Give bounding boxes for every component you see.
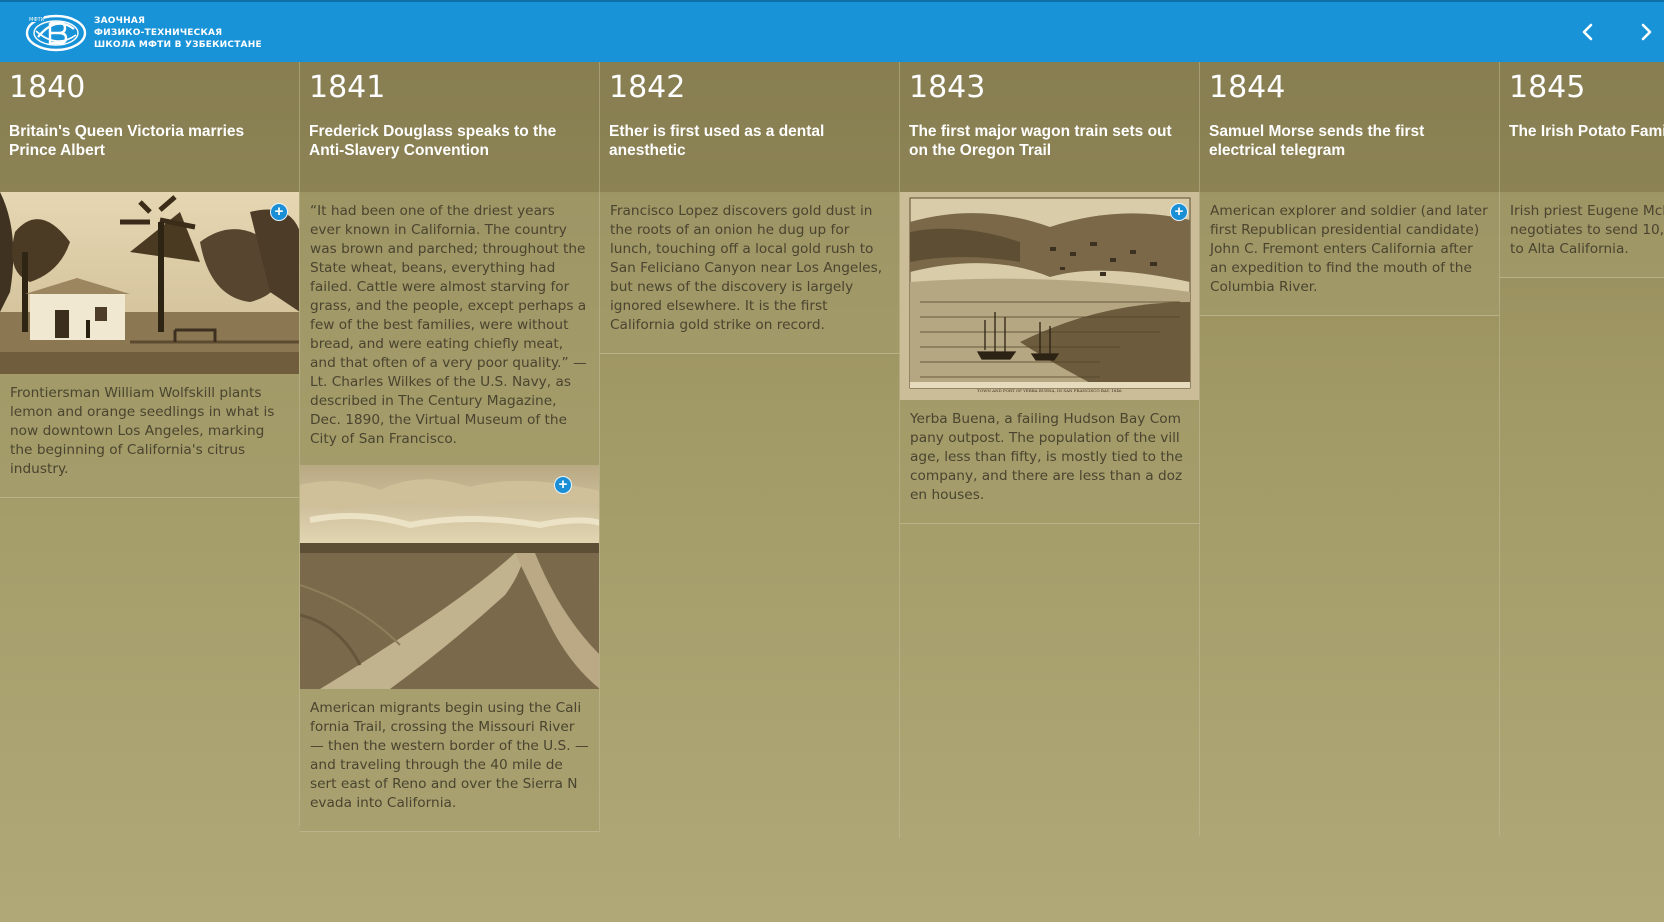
year-label: 1842	[609, 70, 686, 105]
logo-line-1: ЗАОЧНАЯ	[94, 16, 146, 26]
column-spacer	[900, 524, 1200, 836]
event-card[interactable]: Irish priest Eugene McNamara negotiates …	[1500, 192, 1664, 278]
column-header: 1845 The Irish Potato Famine begins	[1500, 62, 1664, 192]
prev-button[interactable]	[1576, 20, 1600, 44]
event-card[interactable]: Francisco Lopez discovers gold dust in t…	[600, 192, 900, 354]
column-header: 1840 Britain's Queen Victoria marries Pr…	[0, 62, 300, 192]
event-caption: American migrants begin using the Cali f…	[310, 700, 589, 811]
column-header: 1841 Frederick Douglass speaks to the An…	[300, 62, 600, 192]
timeline-column-1845: 1845 The Irish Potato Famine begins Iris…	[1500, 62, 1664, 278]
event-card[interactable]: + American migrants begin using the Cali…	[300, 465, 600, 832]
event-caption: American explorer and soldier (and later…	[1210, 203, 1488, 295]
year-label: 1845	[1509, 70, 1586, 105]
event-headline: Britain's Queen Victoria marries Prince …	[9, 123, 245, 159]
top-bar: МФТИ ЗАОЧНАЯ ФИЗИКО-ТЕХНИЧЕСКАЯ ШКОЛА МФ…	[0, 0, 1664, 62]
year-label: 1844	[1209, 70, 1286, 105]
timeline-column-1843: 1843 The first major wagon train sets ou…	[900, 62, 1200, 836]
event-headline: The Irish Potato Famine begins	[1509, 123, 1664, 140]
logo-title: ЗАОЧНАЯ ФИЗИКО-ТЕХНИЧЕСКАЯ ШКОЛА МФТИ В …	[94, 15, 262, 51]
column-spacer	[0, 498, 300, 826]
orchard-house-photo[interactable]: +	[0, 192, 299, 374]
event-caption: Frontiersman William Wolfskill plants le…	[10, 385, 275, 477]
event-headline: Ether is first used as a dental anesthet…	[609, 123, 825, 159]
timeline-column-1844: 1844 Samuel Morse sends the first electr…	[1200, 62, 1500, 836]
year-label: 1841	[309, 70, 386, 105]
event-quote: “It had been one of the driest years eve…	[310, 203, 587, 447]
event-caption: Irish priest Eugene McNamara negotiates …	[1510, 203, 1664, 257]
timeline[interactable]: 1840 Britain's Queen Victoria marries Pr…	[0, 62, 1664, 922]
column-header: 1843 The first major wagon train sets ou…	[900, 62, 1200, 192]
event-caption: Yerba Buena, a failing Hudson Bay Com pa…	[910, 411, 1183, 503]
event-caption: Francisco Lopez discovers gold dust in t…	[610, 203, 883, 333]
column-spacer	[600, 354, 900, 838]
event-headline: Frederick Douglass speaks to the Anti-Sl…	[309, 123, 557, 159]
dirt-trail-photo[interactable]: +	[300, 465, 599, 689]
timeline-column-1841: 1841 Frederick Douglass speaks to the An…	[300, 62, 600, 832]
logo-line-3: ШКОЛА МФТИ В УЗБЕКИСТАНЕ	[94, 40, 262, 50]
timeline-column-1840: 1840 Britain's Queen Victoria marries Pr…	[0, 62, 300, 826]
logo-badge-text: МФТИ	[29, 17, 45, 23]
column-spacer	[1200, 316, 1500, 836]
year-label: 1843	[909, 70, 986, 105]
expand-plus-icon[interactable]: +	[270, 203, 288, 221]
logo-emblem-icon: МФТИ	[25, 14, 87, 52]
chevron-left-icon	[1582, 23, 1593, 41]
column-header: 1842 Ether is first used as a dental ane…	[600, 62, 900, 192]
timeline-column-1842: 1842 Ether is first used as a dental ane…	[600, 62, 900, 838]
event-card[interactable]: American explorer and soldier (and later…	[1200, 192, 1500, 316]
event-card[interactable]: TOWN AND PORT OF YERBA BUENA, IN SAN FRA…	[900, 192, 1200, 524]
year-label: 1840	[9, 70, 86, 105]
chevron-right-icon	[1641, 23, 1652, 41]
column-header: 1844 Samuel Morse sends the first electr…	[1200, 62, 1500, 192]
expand-plus-icon[interactable]: +	[554, 476, 572, 494]
yerba-buena-engraving[interactable]: TOWN AND PORT OF YERBA BUENA, IN SAN FRA…	[900, 192, 1199, 400]
next-button[interactable]	[1634, 20, 1658, 44]
event-card[interactable]: + Frontiersman William Wolfskill plants …	[0, 192, 300, 498]
event-card-quote[interactable]: “It had been one of the driest years eve…	[300, 192, 600, 465]
engraving-caption: TOWN AND PORT OF YERBA BUENA, IN SAN FRA…	[977, 388, 1122, 393]
expand-plus-icon[interactable]: +	[1170, 203, 1188, 221]
event-headline: The first major wagon train sets out on …	[909, 123, 1172, 159]
school-logo[interactable]: МФТИ ЗАОЧНАЯ ФИЗИКО-ТЕХНИЧЕСКАЯ ШКОЛА МФ…	[24, 12, 262, 54]
logo-line-2: ФИЗИКО-ТЕХНИЧЕСКАЯ	[94, 28, 223, 38]
event-headline: Samuel Morse sends the first electrical …	[1209, 123, 1425, 159]
